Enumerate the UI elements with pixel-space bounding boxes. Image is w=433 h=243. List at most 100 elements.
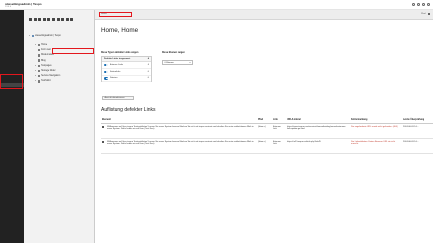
expand-icon[interactable]: ▸ (35, 80, 37, 82)
bookmark-icon[interactable] (412, 3, 415, 7)
module-menu-item[interactable] (0, 197, 24, 201)
module-menu-item[interactable] (0, 149, 24, 153)
tree-node-label: Testpages (41, 64, 52, 67)
broken-links-table: Element Pfad Link URL/Linkziel Fehlermel… (101, 117, 433, 154)
tree-node-label: Form test (41, 49, 51, 52)
page-icon (37, 54, 40, 57)
path-label: Pfad (421, 13, 426, 16)
page-tree-toolbar (29, 18, 74, 21)
tree-node[interactable]: ▸ Home (35, 43, 47, 47)
topbar: sitesettingsadmin | Tespo 13.4.0 (0, 0, 433, 10)
link-type-toggle[interactable] (104, 77, 109, 80)
folder-icon (37, 69, 40, 73)
module-menu-item[interactable] (0, 168, 24, 172)
content-element-icon[interactable] (102, 140, 105, 143)
cell-letzte: 2024-06-03 14:... (403, 125, 419, 128)
tree-node[interactable]: ▸ Testpages (35, 64, 52, 68)
help-icon[interactable] (417, 3, 420, 7)
selected-page-highlight (52, 48, 94, 54)
expand-icon[interactable]: ▸ (29, 35, 31, 37)
filter-icon[interactable] (65, 18, 69, 21)
link-type-toggle[interactable] (104, 63, 109, 67)
doc-header: Home Pfad (95, 10, 433, 20)
tree-node[interactable]: ▸ Service Navigation (35, 74, 60, 78)
search-icon[interactable] (427, 3, 430, 7)
sysfolder-icon[interactable] (51, 18, 55, 21)
user-icon[interactable] (422, 3, 425, 7)
cell-url[interactable]: https://url2.tespro.net/info.php?id=45 (287, 141, 349, 144)
tree-node[interactable]: ▸ TestSlot4 (35, 79, 51, 83)
share-icon[interactable] (427, 12, 430, 16)
cell-fehler: Die angeforderte URL wurde nicht gefunde… (351, 125, 398, 128)
new-page-icon[interactable] (29, 18, 32, 21)
spacer-icon[interactable] (61, 18, 65, 21)
topbar-actions (412, 3, 430, 7)
cell-pfad: (Hom e) (258, 125, 266, 128)
table-row: Willkommen auf Ihrer tespro Testinstalla… (101, 139, 433, 154)
tree-node-label: Home (41, 44, 48, 47)
cell-element[interactable]: Willkommen auf Ihrer tespro Testinstalla… (107, 126, 255, 132)
tree-node[interactable]: ▸ Storage folder (35, 69, 56, 73)
shortcut-icon[interactable] (47, 18, 51, 21)
module-menu-item[interactable] (0, 140, 24, 144)
module-menu-item[interactable] (0, 102, 24, 106)
expand-icon[interactable]: ▸ (35, 65, 37, 67)
module-menu (0, 10, 24, 243)
page-icon[interactable] (38, 18, 42, 21)
tree-node[interactable]: Modernstats (35, 53, 54, 57)
col-fehler: Fehlermeldung (351, 118, 368, 121)
cell-url[interactable]: https://www.tespro.com/service/elementka… (287, 126, 349, 132)
module-menu-item[interactable] (0, 225, 24, 229)
link-type-count: 0 (147, 70, 149, 73)
module-menu-item[interactable] (0, 45, 24, 49)
page-icon (37, 49, 40, 52)
tree-node-label: Service Navigation (41, 75, 61, 78)
refresh-view-button[interactable]: Ansicht aktualisieren (102, 96, 134, 100)
col-element: Element (102, 118, 111, 121)
module-menu-item[interactable] (0, 216, 24, 220)
module-menu-item[interactable] (0, 26, 24, 30)
page-icon (37, 59, 40, 62)
expand-icon[interactable]: ▸ (35, 44, 37, 46)
globe-icon (31, 34, 34, 38)
col-link: Link (273, 118, 278, 121)
module-menu-item[interactable] (0, 64, 24, 68)
breadcrumb[interactable]: Home (101, 13, 107, 15)
level-filter-label: Diese Ebenen zeigen (162, 51, 185, 54)
module-menu-item[interactable] (0, 121, 24, 125)
expand-icon[interactable]: ▸ (35, 70, 37, 72)
cell-element[interactable]: Willkommen auf Ihrer tespro Testinstalla… (107, 141, 255, 147)
folder-icon (37, 75, 40, 78)
module-menu-item[interactable] (0, 206, 24, 210)
module-menu-item[interactable] (0, 54, 24, 58)
cell-fehler: Die Linkvalidation: Extern Bewerer URL i… (351, 140, 396, 146)
tree-node-label: TestSlot4 (41, 80, 51, 83)
tree-node[interactable]: Blog (35, 59, 46, 63)
module-menu-item[interactable] (0, 35, 24, 39)
level-select[interactable]: 0 Ebenen ▾ (162, 60, 193, 65)
link-type-row: Seitenlinks 0 (102, 69, 151, 76)
module-menu-item[interactable] (0, 187, 24, 191)
module-menu-item[interactable] (0, 111, 24, 115)
recycler-icon[interactable] (56, 18, 60, 21)
expand-icon[interactable]: ▸ (35, 75, 37, 77)
tree-root[interactable]: ▸ sitesettingsadmin | Tespo (29, 34, 61, 38)
refresh-icon[interactable] (70, 18, 74, 21)
chevron-down-icon: ▾ (189, 62, 191, 64)
module-menu-item[interactable] (0, 159, 24, 163)
page-icon (37, 64, 40, 68)
module-menu-item[interactable] (0, 178, 24, 182)
content-element-icon[interactable] (102, 125, 105, 128)
link-icon[interactable] (42, 18, 46, 21)
tree-node-label: Modernstats (41, 54, 54, 57)
link-type-count: 0 (147, 77, 149, 80)
folder-icon[interactable] (33, 18, 37, 21)
module-menu-item[interactable] (0, 16, 24, 20)
link-type-toggle[interactable] (104, 70, 109, 74)
doc-header-actions: Pfad (421, 12, 430, 16)
page-icon (37, 43, 40, 47)
module-menu-item[interactable] (0, 130, 24, 134)
module-menu-item[interactable] (0, 92, 24, 96)
table-row: Willkommen auf Ihrer tespro Testinstalla… (101, 124, 433, 139)
tree-node[interactable]: Form test (35, 48, 51, 52)
